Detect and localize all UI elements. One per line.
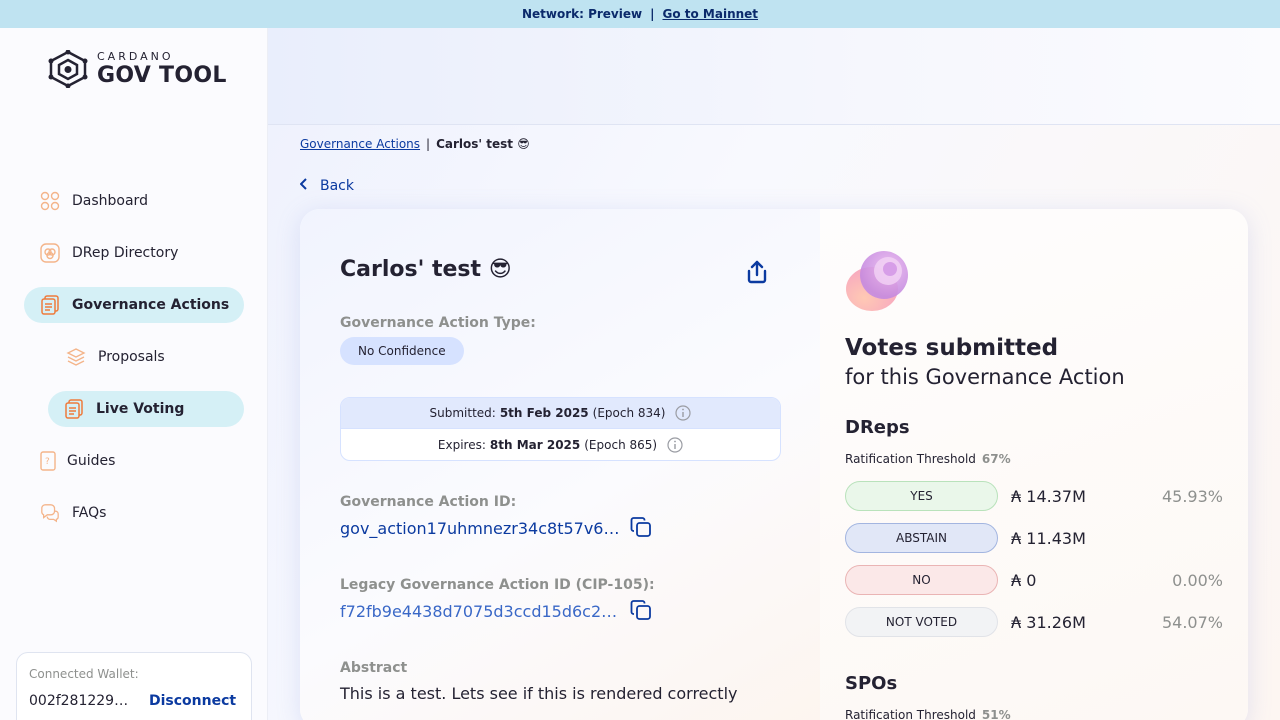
vote-amount: ₳ 14.37M: [1011, 486, 1086, 506]
action-title: Carlos' test 😎: [340, 257, 512, 282]
chevron-left-icon: [299, 178, 308, 194]
action-type-label: Governance Action Type:: [340, 315, 536, 331]
vote-row-yes: YES ₳ 14.37M 45.93%: [845, 481, 1223, 511]
network-banner: Network: Preview | Go to Mainnet: [0, 0, 1280, 28]
wallet-address: 002f28122906...: [29, 693, 135, 709]
breadcrumb-governance-actions-link[interactable]: Governance Actions: [300, 137, 420, 151]
sidebar-item-dashboard[interactable]: Dashboard: [40, 183, 148, 219]
sidebar-item-label: Governance Actions: [72, 297, 230, 313]
info-icon[interactable]: [675, 405, 692, 421]
faqs-icon: [40, 503, 60, 523]
wallet-label: Connected Wallet:: [29, 667, 139, 681]
spos-ratification: Ratification Threshold 51%: [845, 708, 1011, 720]
vote-amount: ₳ 11.43M: [1011, 528, 1086, 548]
action-dates: Submitted: 5th Feb 2025 (Epoch 834) Expi…: [340, 397, 781, 461]
sidebar-item-faqs[interactable]: FAQs: [40, 495, 106, 531]
spos-title: SPOs: [845, 673, 898, 694]
sidebar-item-label: Live Voting: [96, 401, 185, 417]
ratification-label: Ratification Threshold: [845, 452, 976, 466]
vote-pill: NO: [845, 565, 998, 595]
guides-icon: ?: [38, 451, 58, 471]
expires-label: Expires:: [437, 437, 486, 452]
vote-percent: 45.93%: [1161, 486, 1223, 506]
vote-row-no: NO ₳ 0 0.00%: [845, 565, 1223, 595]
ratification-value: 67%: [981, 452, 1011, 466]
dreps-ratification: Ratification Threshold 67%: [845, 452, 1011, 466]
sidebar-item-label: FAQs: [72, 505, 107, 521]
sidebar-item-label: Guides: [67, 453, 116, 469]
vote-pill: ABSTAIN: [845, 523, 998, 553]
submitted-epoch: (Epoch 834): [592, 406, 666, 420]
action-id-value: gov_action17uhmnezr34c8t57v69...: [340, 519, 622, 538]
drep-directory-icon: [40, 243, 60, 263]
network-separator: |: [650, 7, 655, 21]
legacy-id-label: Legacy Governance Action ID (CIP-105):: [340, 577, 655, 593]
action-details: Carlos' test 😎 Governance Action Type: N…: [300, 209, 820, 720]
breadcrumb-current: Carlos' test 😎: [436, 137, 530, 151]
vote-pill: NOT VOTED: [845, 607, 998, 637]
live-voting-icon: [64, 399, 84, 419]
vote-row-not-voted: NOT VOTED ₳ 31.26M 54.07%: [845, 607, 1223, 637]
ratification-label: Ratification Threshold: [845, 708, 976, 720]
vote-amount: ₳ 31.26M: [1011, 612, 1086, 632]
votes-title: Votes submitted: [845, 335, 1059, 361]
breadcrumb-separator: |: [426, 137, 431, 151]
sidebar-item-label: Proposals: [98, 349, 165, 365]
sidebar-item-label: Dashboard: [72, 193, 148, 209]
vote-pill: YES: [845, 481, 998, 511]
expires-row: Expires: 8th Mar 2025 (Epoch 865): [341, 429, 780, 460]
dashboard-icon: [40, 191, 60, 211]
sidebar-item-drep-directory[interactable]: DRep Directory: [40, 235, 178, 271]
go-to-mainnet-link[interactable]: Go to Mainnet: [662, 7, 758, 21]
submitted-label: Submitted:: [429, 406, 496, 420]
expires-epoch: (Epoch 865): [584, 437, 658, 452]
logo-big-text: GOV TOOL: [97, 63, 227, 88]
copy-icon[interactable]: [630, 516, 652, 538]
action-type-badge: No Confidence: [340, 337, 464, 365]
votes-panel: Votes submitted for this Governance Acti…: [820, 209, 1248, 720]
votes-subtitle: for this Governance Action: [845, 365, 1125, 389]
logo-icon: [48, 50, 88, 88]
copy-icon[interactable]: [630, 599, 652, 621]
ratification-value: 51%: [981, 708, 1011, 720]
sidebar-item-guides[interactable]: ? Guides: [38, 443, 115, 479]
abstract-text: This is a test. Lets see if this is rend…: [340, 684, 738, 703]
network-label: Network: Preview: [521, 7, 643, 21]
vote-percent: 54.07%: [1161, 612, 1223, 632]
abstract-label: Abstract: [340, 660, 408, 676]
main-content: Governance Actions | Carlos' test 😎 Back…: [268, 28, 1280, 720]
share-icon[interactable]: [744, 259, 770, 285]
vote-row-abstain: ABSTAIN ₳ 11.43M: [845, 523, 1223, 553]
back-label: Back: [320, 178, 354, 194]
sidebar-item-proposals[interactable]: Proposals: [66, 339, 165, 375]
logo-small-text: CARDANO: [97, 50, 174, 63]
disconnect-button[interactable]: Disconnect: [149, 693, 236, 709]
info-icon[interactable]: [667, 436, 683, 453]
governance-action-card: Carlos' test 😎 Governance Action Type: N…: [300, 209, 1248, 720]
connected-wallet-panel: Connected Wallet: 002f28122906... Discon…: [16, 652, 252, 720]
layers-icon: [66, 347, 86, 367]
svg-text:?: ?: [45, 457, 50, 467]
breadcrumb: Governance Actions | Carlos' test 😎: [300, 137, 530, 151]
action-id-label: Governance Action ID:: [340, 494, 517, 510]
sidebar-item-governance-actions[interactable]: Governance Actions: [24, 287, 244, 323]
logo[interactable]: CARDANO GOV TOOL: [47, 50, 227, 88]
dreps-title: DReps: [845, 417, 910, 438]
submitted-date: 5th Feb 2025: [499, 406, 589, 420]
expires-date: 8th Mar 2025: [489, 437, 581, 452]
submitted-row: Submitted: 5th Feb 2025 (Epoch 834): [341, 398, 780, 429]
sidebar-item-label: DRep Directory: [72, 245, 179, 261]
legacy-id-value: f72fb9e4438d7075d3ccd15d6c2ef...: [340, 602, 622, 621]
governance-actions-icon: [40, 295, 60, 315]
vote-amount: ₳ 0: [1011, 570, 1037, 590]
sidebar: CARDANO GOV TOOL Dashboard DRep Director…: [0, 28, 268, 720]
sidebar-item-live-voting[interactable]: Live Voting: [48, 391, 244, 427]
page-header: [268, 28, 1280, 125]
votes-orb-icon: [846, 251, 908, 311]
back-button[interactable]: Back: [299, 178, 354, 194]
vote-percent: 0.00%: [1172, 570, 1223, 590]
